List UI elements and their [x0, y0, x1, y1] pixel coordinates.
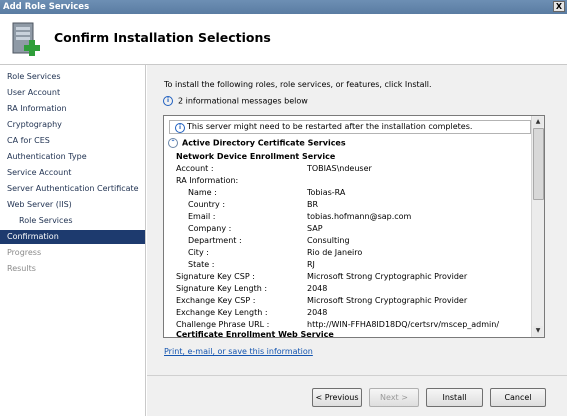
step-service-account[interactable]: Service Account	[0, 166, 145, 180]
step-confirmation[interactable]: Confirmation	[0, 230, 145, 244]
ra-field-label: Email :	[188, 212, 216, 221]
window-title: Add Role Services	[3, 2, 90, 12]
key-field-label: Challenge Phrase URL :	[176, 320, 270, 329]
cancel-button[interactable]: Cancel	[490, 388, 546, 407]
section-title: Active Directory Certificate Services	[182, 138, 346, 148]
account-value: TOBIAS\ndeuser	[307, 164, 372, 173]
step-results: Results	[7, 264, 36, 273]
restart-warning-text: This server might need to be restarted a…	[187, 122, 473, 131]
key-field-value: Microsoft Strong Cryptographic Provider	[307, 296, 468, 305]
ra-field-value: tobias.hofmann@sap.com	[307, 212, 412, 221]
print-email-save-link[interactable]: Print, e-mail, or save this information	[164, 347, 313, 356]
close-button[interactable]: X	[553, 1, 565, 12]
install-button[interactable]: Install	[426, 388, 483, 407]
main-content: To install the following roles, role ser…	[147, 65, 567, 416]
step-server-authentication-certificate[interactable]: Server Authentication Certificate	[0, 182, 145, 196]
ces-title: Certificate Enrollment Web Service	[176, 330, 334, 338]
info-icon: i	[163, 96, 173, 106]
ra-field-value: Consulting	[307, 236, 350, 245]
ra-field-label: Company :	[188, 224, 232, 233]
ra-field-label: Name :	[188, 188, 217, 197]
step-user-account[interactable]: User Account	[0, 86, 145, 100]
key-field-value: http://WIN-FFHA8ID18DQ/certsrv/mscep_adm…	[307, 320, 500, 329]
scroll-down-icon[interactable]: ▼	[533, 326, 543, 336]
ra-field-label: Department :	[188, 236, 242, 245]
step-authentication-type[interactable]: Authentication Type	[0, 150, 145, 164]
step-cryptography[interactable]: Cryptography	[0, 118, 145, 132]
next-button[interactable]: Next >	[369, 388, 419, 407]
ra-field-value: SAP	[307, 224, 323, 233]
ndes-title: Network Device Enrollment Service	[176, 152, 336, 161]
step-role-services[interactable]: Role Services	[0, 70, 145, 84]
key-field-value: Microsoft Strong Cryptographic Provider	[307, 272, 468, 281]
step-iis-role-services[interactable]: Role Services	[0, 214, 145, 228]
info-messages-line: i 2 informational messages below	[163, 96, 308, 106]
intro-text: To install the following roles, role ser…	[164, 80, 432, 89]
ra-field-label: Country :	[188, 200, 226, 209]
key-field-label: Signature Key CSP :	[176, 272, 255, 281]
ra-info-label: RA Information:	[176, 176, 239, 185]
server-add-icon	[12, 22, 40, 56]
step-web-server-iis[interactable]: Web Server (IIS)	[0, 198, 145, 212]
section-header[interactable]: ⌃ Active Directory Certificate Services	[168, 138, 346, 148]
step-progress: Progress	[7, 248, 42, 257]
button-separator	[147, 375, 567, 376]
key-field-label: Signature Key Length :	[176, 284, 268, 293]
key-field-label: Exchange Key Length :	[176, 308, 268, 317]
ra-field-value: BR	[307, 200, 319, 209]
collapse-icon[interactable]: ⌃	[168, 138, 178, 148]
summary-panel[interactable]: i This server might need to be restarted…	[163, 115, 545, 338]
key-field-label: Exchange Key CSP :	[176, 296, 256, 305]
scroll-up-icon[interactable]: ▲	[533, 117, 543, 127]
scrollbar-thumb[interactable]	[533, 128, 544, 200]
ra-field-value: Rio de Janeiro	[307, 248, 363, 257]
ra-field-value: Tobias-RA	[307, 188, 346, 197]
previous-button[interactable]: < Previous	[312, 388, 362, 407]
restart-warning-box: i This server might need to be restarted…	[169, 120, 531, 134]
ra-field-label: City :	[188, 248, 209, 257]
wizard-steps-sidebar: Role Services User Account RA Informatio…	[0, 65, 146, 416]
key-field-value: 2048	[307, 284, 328, 293]
info-icon: i	[175, 123, 185, 133]
info-messages-text: 2 informational messages below	[178, 96, 308, 106]
page-title: Confirm Installation Selections	[54, 30, 271, 45]
key-field-value: 2048	[307, 308, 328, 317]
ra-field-value: RJ	[307, 260, 315, 269]
step-ra-information[interactable]: RA Information	[0, 102, 145, 116]
header: Confirm Installation Selections	[0, 14, 567, 65]
ra-field-label: State :	[188, 260, 215, 269]
title-bar: Add Role Services X	[0, 0, 567, 14]
step-ca-for-ces[interactable]: CA for CES	[0, 134, 145, 148]
vertical-scrollbar[interactable]: ▲ ▼	[531, 116, 544, 337]
account-label: Account :	[176, 164, 214, 173]
